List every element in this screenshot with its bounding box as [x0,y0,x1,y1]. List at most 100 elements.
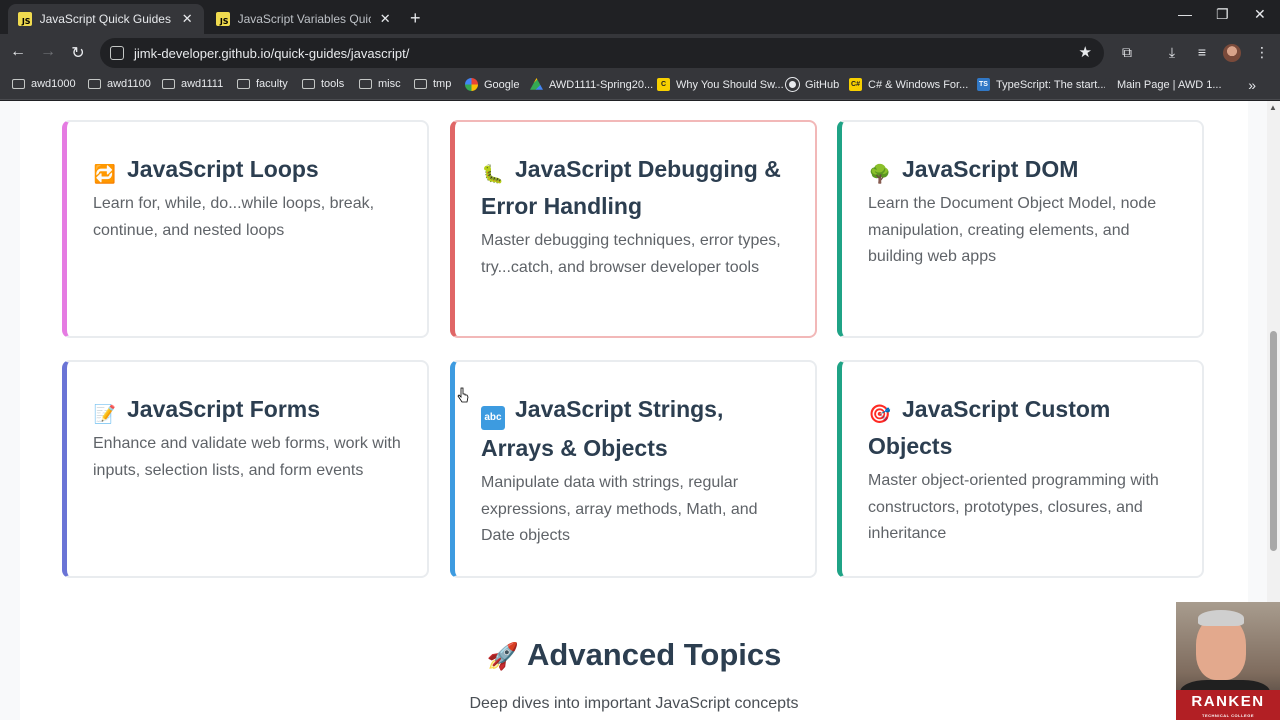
bookmark-misc[interactable]: misc [359,78,401,90]
card-title[interactable]: 🐛 JavaScript Debugging & Error Handling [481,151,795,225]
bookmark-label: TypeScript: The start... [996,78,1107,91]
bookmark-label: Google [484,78,520,91]
reload-icon[interactable]: ↻ [68,43,88,63]
bookmark-label: misc [378,78,401,90]
guide-card-loops[interactable]: 🔁 JavaScript Loops Learn for, while, do..… [62,120,429,338]
bookmarks-bar: awd1000 awd1100 awd1111 faculty tools mi… [0,72,1280,100]
presenter-hair [1198,610,1244,626]
folder-icon [237,79,250,89]
bookmark-label: tmp [433,78,452,90]
folder-icon [302,79,315,89]
bookmark-label: tools [321,78,345,90]
memo-icon: 📝 [93,404,117,424]
bookmark-google[interactable]: Google [465,78,519,91]
section-subtitle: Deep dives into important JavaScript con… [469,695,799,712]
bookmark-label: AWD1111-Spring20... [549,78,654,91]
bookmark-awd1111-spring[interactable]: AWD1111-Spring20... [530,78,653,91]
js-favicon-icon: JS [216,12,230,26]
bookmark-label: GitHub [805,78,840,91]
repeat-icon: 🔁 [93,164,117,184]
card-description: Enhance and validate web forms, work wit… [93,435,401,479]
page-viewport: 🔁 JavaScript Loops Learn for, while, do..… [0,101,1267,720]
card-title[interactable]: 📝 JavaScript Forms [93,391,407,428]
folder-icon [359,79,372,89]
tab-search-icon[interactable]: ⧉ [1118,44,1136,61]
bookmark-label: faculty [256,78,288,90]
hand-cursor-icon [457,387,469,403]
close-tab-icon[interactable]: ✕ [379,11,392,27]
bookmark-awd1100[interactable]: awd1100 [88,78,151,90]
scrollbar-thumb[interactable] [1270,331,1277,551]
site-icon: C [657,78,670,91]
guide-card-strings-arrays[interactable]: abc JavaScript Strings, Arrays & Objects … [450,360,817,578]
browser-toolbar: ← → ↻ jimk-developer.github.io/quick-gui… [0,34,1280,72]
ranken-logo: RANKEN TECHNICAL COLLEGE [1176,690,1280,720]
folder-icon [12,79,25,89]
back-icon[interactable]: ← [8,43,28,61]
target-icon: 🎯 [868,404,892,424]
bookmark-csharp[interactable]: C# C# & Windows For... [849,78,968,91]
section-heading: 🚀 Advanced Topics [486,637,782,672]
forward-icon[interactable]: → [38,43,58,61]
media-controls-icon[interactable]: ≡ [1193,44,1211,60]
folder-icon [414,79,427,89]
minimize-icon[interactable]: — [1178,6,1192,22]
bookmark-label: awd1000 [31,78,76,90]
bookmark-typescript[interactable]: TS TypeScript: The start... [977,78,1106,91]
rocket-icon: 🚀 [486,641,519,671]
page-content: 🔁 JavaScript Loops Learn for, while, do..… [20,101,1248,720]
bookmark-tools[interactable]: tools [302,78,344,90]
url-text[interactable]: jimk-developer.github.io/quick-guides/ja… [134,46,409,61]
close-tab-icon[interactable]: ✕ [181,11,194,27]
card-description: Manipulate data with strings, regular ex… [481,474,758,544]
guide-card-custom-objects[interactable]: 🎯 JavaScript Custom Objects Master object… [837,360,1204,578]
scroll-up-icon[interactable]: ▲ [1269,103,1277,112]
download-icon[interactable]: ⤓ [1163,44,1181,61]
bookmark-faculty[interactable]: faculty [237,78,288,90]
tab-javascript-quick-guides[interactable]: JS JavaScript Quick Guides ✕ [8,4,204,34]
site-icon [1105,78,1111,91]
bookmark-why-you-should[interactable]: C Why You Should Sw... [657,78,784,91]
csharp-icon: C# [849,78,862,91]
typescript-icon: TS [977,78,990,91]
site-info-icon[interactable] [110,46,124,60]
folder-icon [88,79,101,89]
tab-title: JavaScript Variables Quick Guide [237,12,371,26]
new-tab-icon[interactable]: + [410,8,421,29]
bookmark-awd1000[interactable]: awd1000 [12,78,76,90]
folder-icon [162,79,175,89]
maximize-icon[interactable]: ❐ [1216,6,1229,23]
tab-javascript-variables-quick-guide[interactable]: JS JavaScript Variables Quick Guide ✕ [206,4,402,34]
bookmark-label: Why You Should Sw... [676,78,784,91]
bookmark-label: C# & Windows For... [868,78,969,91]
more-bookmarks-icon[interactable]: » [1248,77,1256,93]
profile-avatar[interactable] [1223,44,1241,62]
google-icon [465,78,478,91]
menu-icon[interactable]: ⋮ [1253,44,1271,61]
card-title[interactable]: 🌳 JavaScript DOM [868,151,1182,188]
guide-card-dom[interactable]: 🌳 JavaScript DOM Learn the Document Objec… [837,120,1204,338]
card-title[interactable]: 🎯 JavaScript Custom Objects [868,391,1182,465]
bookmark-label: awd1100 [107,78,151,90]
bug-icon: 🐛 [481,164,505,184]
card-description: Learn for, while, do...while loops, brea… [93,195,375,239]
guide-card-forms[interactable]: 📝 JavaScript Forms Enhance and validate w… [62,360,429,578]
bookmark-awd1111[interactable]: awd1111 [162,78,223,90]
address-bar[interactable]: jimk-developer.github.io/quick-guides/ja… [100,38,1104,68]
tree-icon: 🌳 [868,164,892,184]
webcam-overlay: RANKEN TECHNICAL COLLEGE [1176,602,1280,720]
tab-strip: JS JavaScript Quick Guides ✕ JS JavaScri… [0,0,1280,34]
bookmark-label: awd1111 [181,78,224,90]
bookmark-tmp[interactable]: tmp [414,78,451,90]
tab-title: JavaScript Quick Guides [39,12,171,26]
github-icon [785,77,800,92]
bookmark-main-page[interactable]: Main Page | AWD 1... [1105,78,1222,91]
card-description: Master debugging techniques, error types… [481,232,781,276]
card-title[interactable]: abc JavaScript Strings, Arrays & Objects [481,391,795,467]
card-title[interactable]: 🔁 JavaScript Loops [93,151,407,188]
bookmark-star-icon[interactable]: ★ [1079,43,1092,61]
abc-icon: abc [481,406,505,430]
guide-card-debugging[interactable]: 🐛 JavaScript Debugging & Error Handling M… [450,120,817,338]
close-window-icon[interactable]: ✕ [1254,6,1266,23]
bookmark-github[interactable]: GitHub [785,77,840,92]
